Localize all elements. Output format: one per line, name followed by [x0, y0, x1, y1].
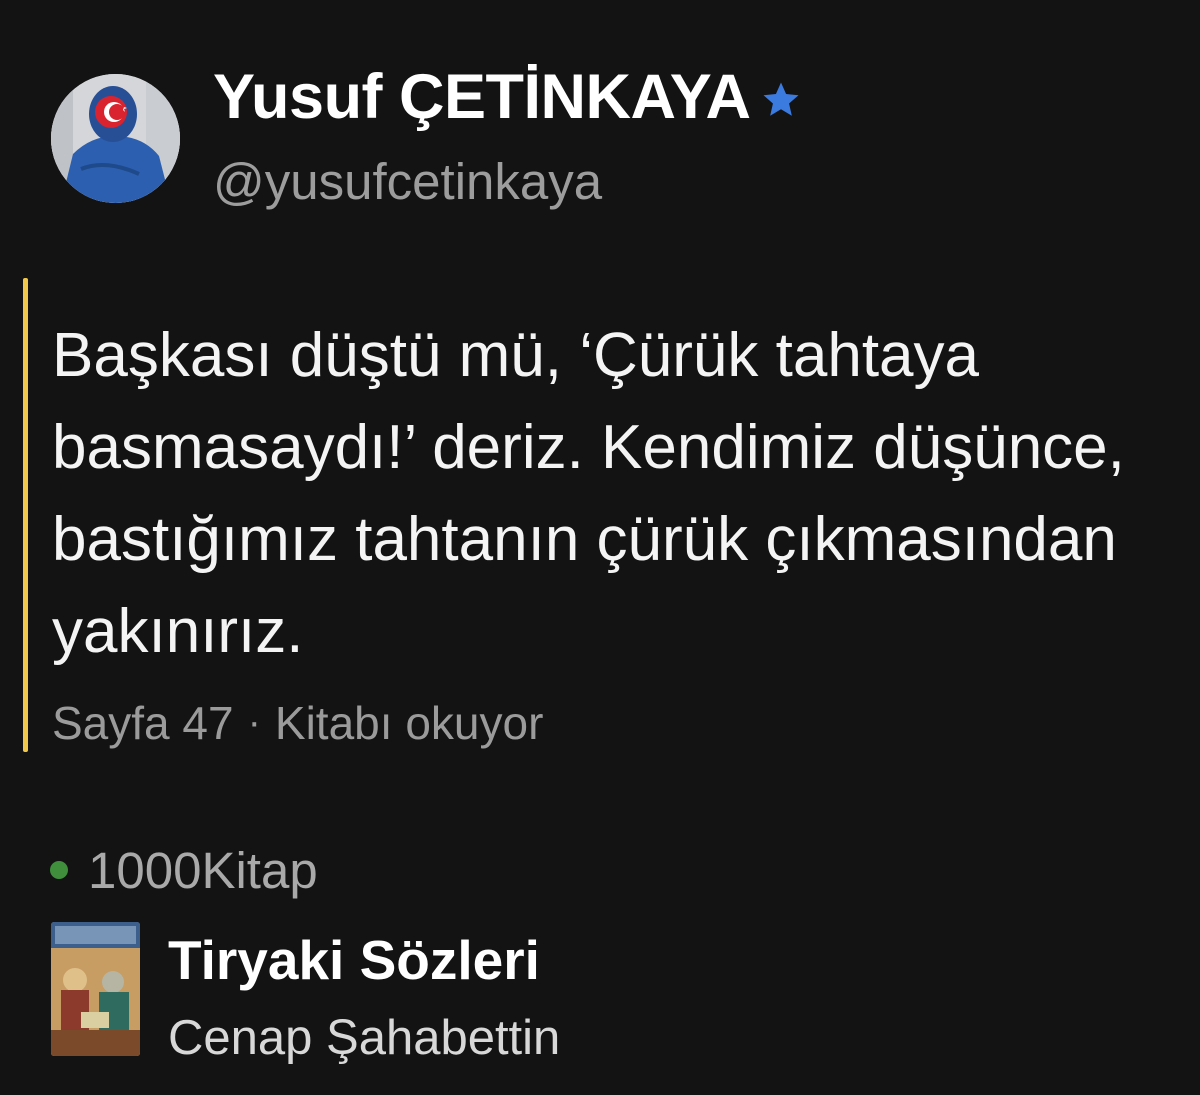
book-cover-image[interactable]	[51, 922, 140, 1056]
page-number: Sayfa 47	[52, 697, 234, 749]
quote-text: Başkası düştü mü, ‘Çürük tahtaya basmasa…	[52, 321, 1125, 666]
quote-meta: Sayfa 47 · Kitabı okuyor	[52, 696, 543, 750]
user-name-row: Yusuf ÇETİNKAYA	[213, 62, 802, 132]
user-avatar[interactable]	[51, 74, 180, 203]
book-title[interactable]: Tiryaki Sözleri	[168, 928, 540, 992]
quote-accent-bar	[23, 278, 28, 752]
user-handle[interactable]: @yusufcetinkaya	[213, 152, 602, 211]
verified-star-icon	[763, 82, 799, 116]
meta-separator: ·	[247, 700, 261, 744]
reading-status: Kitabı okuyor	[274, 697, 544, 749]
source-name[interactable]: 1000Kitap	[88, 841, 318, 900]
book-author[interactable]: Cenap Şahabettin	[168, 1010, 560, 1066]
user-name[interactable]: Yusuf ÇETİNKAYA	[213, 61, 751, 133]
source-row: 1000Kitap	[50, 838, 318, 902]
status-dot-icon	[50, 861, 68, 879]
